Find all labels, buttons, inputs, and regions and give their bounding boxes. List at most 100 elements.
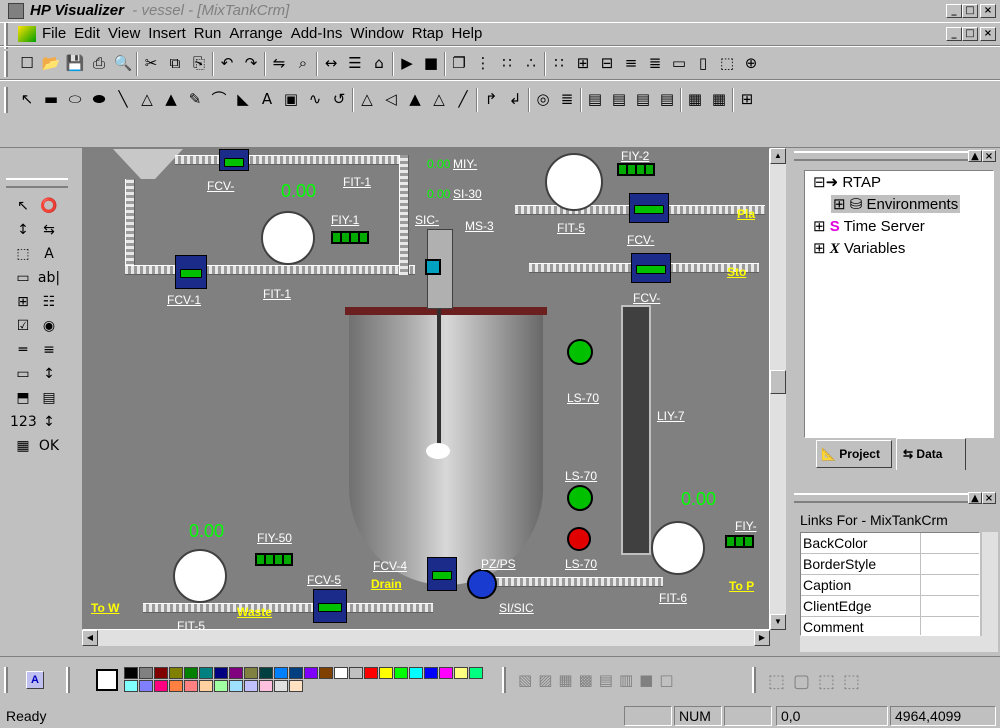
tag-label[interactable]: FCV- [207,179,234,193]
color-swatch[interactable] [289,667,303,679]
tag-label[interactable]: FIT-1 [263,287,291,301]
color-swatch[interactable] [319,667,333,679]
color-selector[interactable] [96,669,118,691]
draw-tool-button[interactable]: ↺ [328,88,350,110]
draw-tool-button[interactable]: ▲ [404,88,426,110]
color-swatch[interactable] [199,680,213,692]
toolbar-button[interactable]: ⋮ [472,52,494,74]
panel-titlebar[interactable] [794,151,974,161]
destination-label[interactable]: Waste [237,605,272,619]
app-icon[interactable] [8,3,24,19]
draw-tool-button[interactable]: ↲ [504,88,526,110]
toolbar-button[interactable]: ⎙ [88,52,110,74]
tag-label[interactable]: LS-70 [565,557,597,571]
tag-label[interactable]: FIT-6 [659,591,687,605]
tag-label[interactable]: MS-3 [465,219,494,233]
toolbar-button[interactable]: ⎘ [188,52,210,74]
color-swatch[interactable] [214,680,228,692]
color-swatch[interactable] [184,680,198,692]
palette-tool[interactable]: OK [36,434,62,458]
control-valve[interactable] [219,149,249,171]
color-swatch[interactable] [229,680,243,692]
minimize-button[interactable]: _ [946,4,962,18]
destination-label[interactable]: Sto [727,265,746,279]
draw-tool-button[interactable]: △ [428,88,450,110]
color-swatch[interactable] [244,667,258,679]
color-swatch[interactable] [139,667,153,679]
color-swatch[interactable] [139,680,153,692]
scroll-thumb[interactable] [770,370,786,394]
toolbar-button[interactable]: ⊟ [596,52,618,74]
menu-help[interactable]: Help [447,23,486,44]
toolbar-button[interactable]: ☐ [16,52,38,74]
tab-project[interactable]: 📐 Project [816,440,892,468]
tag-label[interactable]: FIY- [735,519,757,533]
tag-label[interactable]: MIY- [453,157,477,171]
pressure-gauge[interactable] [545,153,603,211]
property-row[interactable]: Caption [801,575,979,596]
doc-minimize-button[interactable]: _ [946,27,962,41]
color-grip[interactable] [66,667,70,693]
draw-tool-button[interactable]: ▦ [708,88,730,110]
pattern-icon[interactable]: □ [659,671,673,689]
toolbar-button[interactable]: ↷ [240,52,262,74]
draw-tool-button[interactable]: ╱ [452,88,474,110]
palette-tool[interactable]: ↕ [10,218,36,242]
draw-tool-button[interactable]: ▤ [584,88,606,110]
pressure-gauge[interactable] [173,549,227,603]
color-swatch[interactable] [229,667,243,679]
property-hscrollbar[interactable] [800,636,998,652]
color-swatch[interactable] [409,667,423,679]
menu-run[interactable]: Run [190,23,226,44]
color-swatch[interactable] [154,680,168,692]
color-swatch[interactable] [169,680,183,692]
doc-close-button[interactable]: × [980,27,996,41]
draw-tool-button[interactable]: ▬ [40,88,62,110]
scroll-down-button[interactable]: ▼ [770,614,786,630]
scroll-up-button[interactable]: ▲ [770,148,786,164]
panel-max-button[interactable]: ▲ [968,150,982,162]
property-row[interactable]: Comment [801,617,979,635]
destination-label[interactable]: Drain [371,577,402,591]
control-valve[interactable] [631,253,671,283]
draw-tool-button[interactable]: ▤ [632,88,654,110]
color-swatch[interactable] [454,667,468,679]
palette-tool[interactable]: ⬚ [10,242,36,266]
draw-tool-button[interactable]: A [256,88,278,110]
palette-tool[interactable]: ▭ [10,266,36,290]
palette-titlebar[interactable] [6,178,68,188]
draw-tool-button[interactable]: ╲ [112,88,134,110]
border-icon[interactable]: ▢ [793,671,810,692]
border-grip[interactable] [752,667,756,693]
color-swatch[interactable] [274,680,288,692]
draw-tool-button[interactable]: ⌒ [208,88,230,110]
links-close-button[interactable]: × [982,492,996,504]
property-scrollbar[interactable] [982,532,998,636]
menu-edit[interactable]: Edit [70,23,104,44]
draw-tool-button[interactable]: ✎ [184,88,206,110]
border-icon[interactable]: ⬚ [768,671,785,692]
property-row[interactable]: ClientEdge [801,596,979,617]
menu-insert[interactable]: Insert [144,23,190,44]
toolbar-button[interactable]: ☰ [344,52,366,74]
property-list[interactable]: BackColor BorderStyle Caption ClientEdge Com… [800,532,980,636]
pattern-icon[interactable]: ▨ [538,671,552,689]
vertical-scrollbar[interactable]: ▲ ▼ [770,148,786,630]
color-swatch[interactable] [154,667,168,679]
palette-tool[interactable]: ▭ [10,362,36,386]
tag-label[interactable]: SI/SIC [499,601,534,615]
tag-label[interactable]: LIY-7 [657,409,685,423]
palette-tool[interactable]: ▦ [10,434,36,458]
toolbar-button[interactable]: ≡ [620,52,642,74]
toolbar-grip[interactable] [4,51,8,77]
horizontal-scrollbar[interactable]: ◀ ▶ [82,630,770,646]
pattern-icon[interactable]: ▩ [579,671,593,689]
pump[interactable] [467,569,497,599]
draw-tool-button[interactable]: ⬭ [64,88,86,110]
draw-tool-button[interactable]: ▦ [684,88,706,110]
color-swatch[interactable] [244,680,258,692]
tag-label[interactable]: LS-70 [565,469,597,483]
control-valve[interactable] [175,255,207,289]
pressure-gauge[interactable] [261,211,315,265]
toolbar-button[interactable]: ↶ [216,52,238,74]
